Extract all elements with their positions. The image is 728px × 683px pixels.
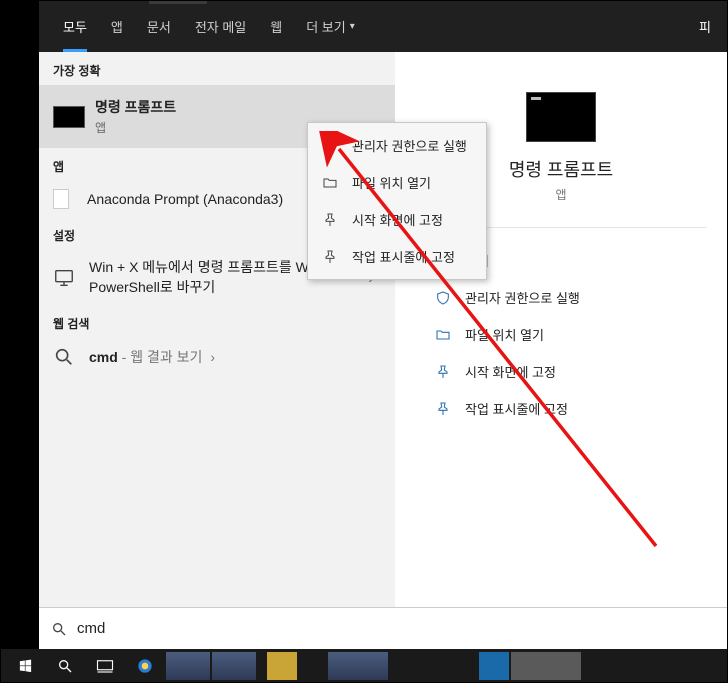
web-tail: - 웹 결과 보기	[118, 349, 203, 365]
pin-taskbar-icon	[435, 401, 451, 417]
action-pin-taskbar[interactable]: 작업 표시줄에 고정	[435, 390, 707, 427]
windows-icon	[18, 658, 33, 673]
action-pin-start-label: 시작 화면에 고정	[465, 362, 556, 381]
more-label: 더 보기	[306, 17, 346, 36]
tab-web[interactable]: 웹	[258, 1, 294, 52]
folder-icon	[435, 327, 451, 343]
taskbar	[1, 649, 727, 682]
search-icon	[57, 658, 73, 674]
search-icon	[53, 346, 75, 368]
taskbar-app-3[interactable]	[212, 652, 256, 680]
app-result-title: Anaconda Prompt (Anaconda3)	[87, 191, 283, 207]
web-result-item[interactable]: cmd - 웹 결과 보기 ›	[39, 338, 395, 376]
tab-documents[interactable]: 문서	[135, 1, 183, 52]
web-query: cmd	[89, 349, 118, 365]
ctx-pin-taskbar-label: 작업 표시줄에 고정	[352, 247, 455, 266]
ctx-pin-start[interactable]: 시작 화면에 고정	[308, 201, 486, 238]
shield-icon	[322, 138, 338, 154]
ctx-open-loc-label: 파일 위치 열기	[352, 173, 431, 192]
action-run-admin[interactable]: 관리자 권한으로 실행	[435, 279, 707, 316]
start-button[interactable]	[5, 649, 45, 682]
cmd-icon-large	[526, 92, 596, 142]
shield-icon	[435, 290, 451, 306]
action-run-admin-label: 관리자 권한으로 실행	[465, 288, 580, 307]
left-dark-strip	[1, 1, 39, 649]
action-open-location[interactable]: 파일 위치 열기	[435, 316, 707, 353]
taskbar-app-7[interactable]	[511, 652, 581, 680]
taskbar-app-6[interactable]	[479, 652, 509, 680]
pin-start-icon	[435, 364, 451, 380]
task-view-icon	[96, 659, 114, 673]
section-best-match: 가장 정확	[39, 52, 395, 85]
pin-start-icon	[322, 212, 338, 228]
chevron-right-icon: ›	[202, 349, 223, 365]
tab-email[interactable]: 전자 메일	[183, 1, 258, 52]
ctx-run-admin-label: 관리자 권한으로 실행	[352, 136, 467, 155]
header-right-label: 피	[699, 17, 715, 36]
header-bar: 모두 앱 문서 전자 메일 웹 더 보기 ▾ 피	[39, 1, 727, 52]
tab-apps[interactable]: 앱	[99, 1, 135, 52]
taskbar-app-2[interactable]	[166, 652, 210, 680]
ctx-run-admin[interactable]: 관리자 권한으로 실행	[308, 127, 486, 164]
section-web: 웹 검색	[39, 305, 395, 338]
tab-more[interactable]: 더 보기 ▾	[294, 1, 367, 52]
ctx-pin-taskbar[interactable]: 작업 표시줄에 고정	[308, 238, 486, 275]
best-match-title: 명령 프롬프트	[95, 97, 381, 117]
taskbar-app-5[interactable]	[328, 652, 388, 680]
search-bar	[39, 607, 727, 649]
context-menu: 관리자 권한으로 실행 파일 위치 열기 시작 화면에 고정 작업 표시줄에 고…	[307, 122, 487, 280]
cmd-icon	[53, 106, 85, 128]
circle-icon	[137, 658, 153, 674]
taskbar-app-1[interactable]	[125, 649, 165, 682]
chevron-down-icon: ▾	[350, 21, 355, 32]
search-icon	[51, 621, 67, 637]
search-window: 모두 앱 문서 전자 메일 웹 더 보기 ▾ 피 가장 정확 명령 프롬프트 앱…	[39, 1, 727, 649]
search-input[interactable]	[77, 620, 715, 637]
ctx-open-location[interactable]: 파일 위치 열기	[308, 164, 486, 201]
action-open-loc-label: 파일 위치 열기	[465, 325, 544, 344]
monitor-icon	[53, 267, 75, 289]
document-icon	[53, 189, 69, 209]
action-pin-start[interactable]: 시작 화면에 고정	[435, 353, 707, 390]
pin-taskbar-icon	[322, 249, 338, 265]
ctx-pin-start-label: 시작 화면에 고정	[352, 210, 443, 229]
task-view[interactable]	[85, 649, 125, 682]
taskbar-app-4[interactable]	[267, 652, 297, 680]
tab-all[interactable]: 모두	[51, 1, 99, 52]
taskbar-search[interactable]	[45, 649, 85, 682]
folder-icon	[322, 175, 338, 191]
action-pin-taskbar-label: 작업 표시줄에 고정	[465, 399, 568, 418]
web-result-text: cmd - 웹 결과 보기	[89, 347, 202, 367]
